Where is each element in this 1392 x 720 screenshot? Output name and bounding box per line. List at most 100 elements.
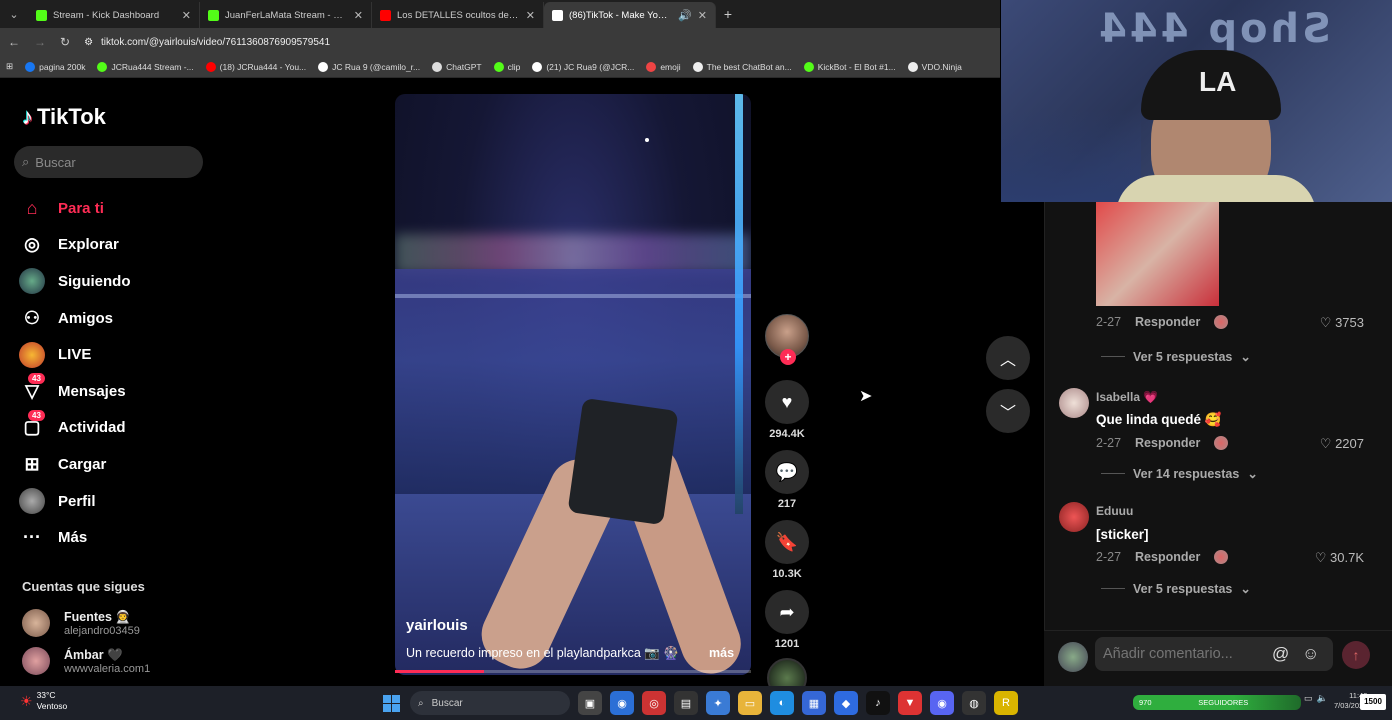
back-icon[interactable]: ← [8,35,20,49]
bookmark-item[interactable]: The best ChatBot an... [692,61,792,72]
bookmark-item[interactable]: (18) JCRua444 - You... [205,61,306,72]
avatar[interactable] [1059,502,1089,532]
bookmark-favicon-icon [532,61,543,72]
bookmark-item[interactable]: (21) JC Rua9 (@JCR... [532,61,634,72]
avatar[interactable] [1059,388,1089,418]
next-video-button[interactable]: ﹀ [986,389,1030,433]
discord-icon[interactable]: ◉ [930,691,954,715]
sidebar-item-mensajes[interactable]: ▽ 43 Mensajes [18,373,208,410]
sidebar-item-live[interactable]: LIVE [18,336,208,373]
following-item[interactable]: Ámbar 🖤 wwwvaleria.com1 [22,642,150,680]
tab-title: Stream - Kick Dashboard [53,9,160,21]
app-icon[interactable]: R [994,691,1018,715]
previous-video-button[interactable]: ︿ [986,336,1030,380]
edge-icon[interactable]: ◐ [770,691,794,715]
like-button[interactable]: ♥ [765,380,809,424]
video-scene-lights [395,234,751,274]
comment-author[interactable]: Eduuu [1096,504,1133,518]
comment-meta: 2-27 Responder [1096,436,1229,450]
system-tray[interactable]: ▭ 🔈 [1304,693,1328,704]
view-replies-button[interactable]: Ver 14 respuestas ⌄ [1101,466,1258,481]
comment-author[interactable]: Isabella 💗 [1096,390,1158,404]
obs-icon[interactable]: ◍ [962,691,986,715]
description-more-link[interactable]: más [709,646,734,660]
sidebar-item-actividad[interactable]: ▢ 43 Actividad [18,409,208,447]
sidebar-item-más[interactable]: ··· Más [18,519,208,556]
save-button[interactable]: 🔖 [765,520,809,564]
tab-kick-dashboard[interactable]: Stream - Kick Dashboard ✕ [28,2,200,28]
store-icon[interactable]: ▦ [802,691,826,715]
close-tab-icon[interactable]: ✕ [526,9,535,22]
sidebar-item-amigos[interactable]: ⚇ Amigos [18,300,208,337]
forward-icon[interactable]: → [34,35,46,49]
close-tab-icon[interactable]: ✕ [182,9,191,22]
bookmark-item[interactable]: clip [493,61,520,72]
tab-tiktok[interactable]: (86)TikTok - Make Your Day 🔊 ✕ [544,2,716,28]
tiktok-taskbar-icon[interactable]: ♪ [866,691,890,715]
tab-youtube[interactable]: Los DETALLES ocultos de MUJE ✕ [372,2,544,28]
mention-icon[interactable]: @ [1272,644,1289,664]
comment-like[interactable]: ♡ 3753 [1320,315,1364,331]
send-button[interactable]: ↑ [1342,641,1370,669]
weather-widget[interactable]: ☀ 33°C Ventoso [20,690,67,712]
follow-plus-icon[interactable]: + [780,349,796,365]
bookmark-item[interactable]: emoji [646,61,681,72]
windows-start-icon[interactable] [383,695,400,712]
share-button[interactable]: ➦ [765,590,809,634]
search-input[interactable]: ⌕ Buscar [14,146,203,178]
comment-input[interactable] [1095,637,1333,671]
copilot-icon[interactable]: ✦ [706,691,730,715]
following-item[interactable]: Fuentes 👨‍🚀 alejandro03459 [22,604,150,642]
view-replies-button[interactable]: Ver 5 respuestas ⌄ [1101,349,1251,364]
site-info-icon[interactable]: ⚙ [84,37,93,48]
taskbar-search[interactable]: ⌕ Buscar [410,691,570,715]
bookmark-item[interactable]: pagina 200k [25,61,85,72]
comment-like[interactable]: ♡ 2207 [1320,436,1364,452]
url-field[interactable]: ⚙ tiktok.com/@yairlouis/video/7611360876… [84,37,330,48]
view-replies-button[interactable]: Ver 5 respuestas ⌄ [1101,581,1251,596]
comment-like[interactable]: ♡ 30.7K [1315,550,1364,566]
sidebar-item-perfil[interactable]: Perfil [18,483,208,520]
reload-icon[interactable]: ↻ [60,35,70,49]
apps-grid-icon[interactable]: ⊞ [6,61,13,72]
brave-icon[interactable]: ▼ [898,691,922,715]
app-icon[interactable]: ◆ [834,691,858,715]
speaker-icon[interactable]: 🔊 [678,9,692,22]
bookmark-item[interactable]: JCRua444 Stream -... [97,61,194,72]
video-progress-bar[interactable] [395,670,751,673]
close-tab-icon[interactable]: ✕ [698,9,707,22]
video-player[interactable] [395,94,751,675]
tab-juanferlamata[interactable]: JuanFerLaMata Stream - Watch ✕ [200,2,372,28]
following-handle: alejandro03459 [64,624,140,637]
sidebar-item-siguiendo[interactable]: Siguiendo [18,263,208,300]
video-author-username[interactable]: yairlouis [406,617,468,634]
tiktok-logo[interactable]: ♪ TikTok [22,104,106,130]
reply-button[interactable]: Responder [1135,550,1200,564]
task-view-icon[interactable]: ▣ [578,691,602,715]
followers-goal: 1500 [1360,694,1386,710]
comment-photo[interactable] [1096,202,1219,306]
reply-button[interactable]: Responder [1135,315,1200,329]
following-handle: wwwvaleria.com1 [64,662,151,675]
weather-icon: ☀ [20,692,33,709]
sidebar-item-explorar[interactable]: ◎ Explorar [18,227,208,264]
opera-gx-icon[interactable]: ◎ [642,691,666,715]
app-icon[interactable]: ▤ [674,691,698,715]
reply-button[interactable]: Responder [1135,436,1200,450]
sidebar-item-para-ti[interactable]: ⌂ Para ti [18,190,208,227]
author-avatar[interactable]: + [765,314,809,365]
sidebar-item-cargar[interactable]: ⊞ Cargar [18,446,208,483]
close-tab-icon[interactable]: ✕ [354,9,363,22]
bookmark-item[interactable]: KickBot - El Bot #1... [803,61,896,72]
chrome-icon[interactable]: ◉ [610,691,634,715]
tab-search-icon[interactable]: ⌄ [0,0,28,28]
video-description: Un recuerdo impreso en el playlandparkca… [406,646,679,661]
bookmark-item[interactable]: ChatGPT [432,61,482,72]
comment-button[interactable]: 💬 [765,450,809,494]
new-tab-icon[interactable]: + [716,6,740,22]
bookmark-item[interactable]: JC Rua 9 (@camilo_r... [318,61,420,72]
emoji-icon[interactable]: ☺ [1302,644,1319,664]
file-explorer-icon[interactable]: ▭ [738,691,762,715]
bookmark-item[interactable]: VDO.Ninja [907,61,962,72]
chevron-up-icon: ︿ [999,352,1016,369]
